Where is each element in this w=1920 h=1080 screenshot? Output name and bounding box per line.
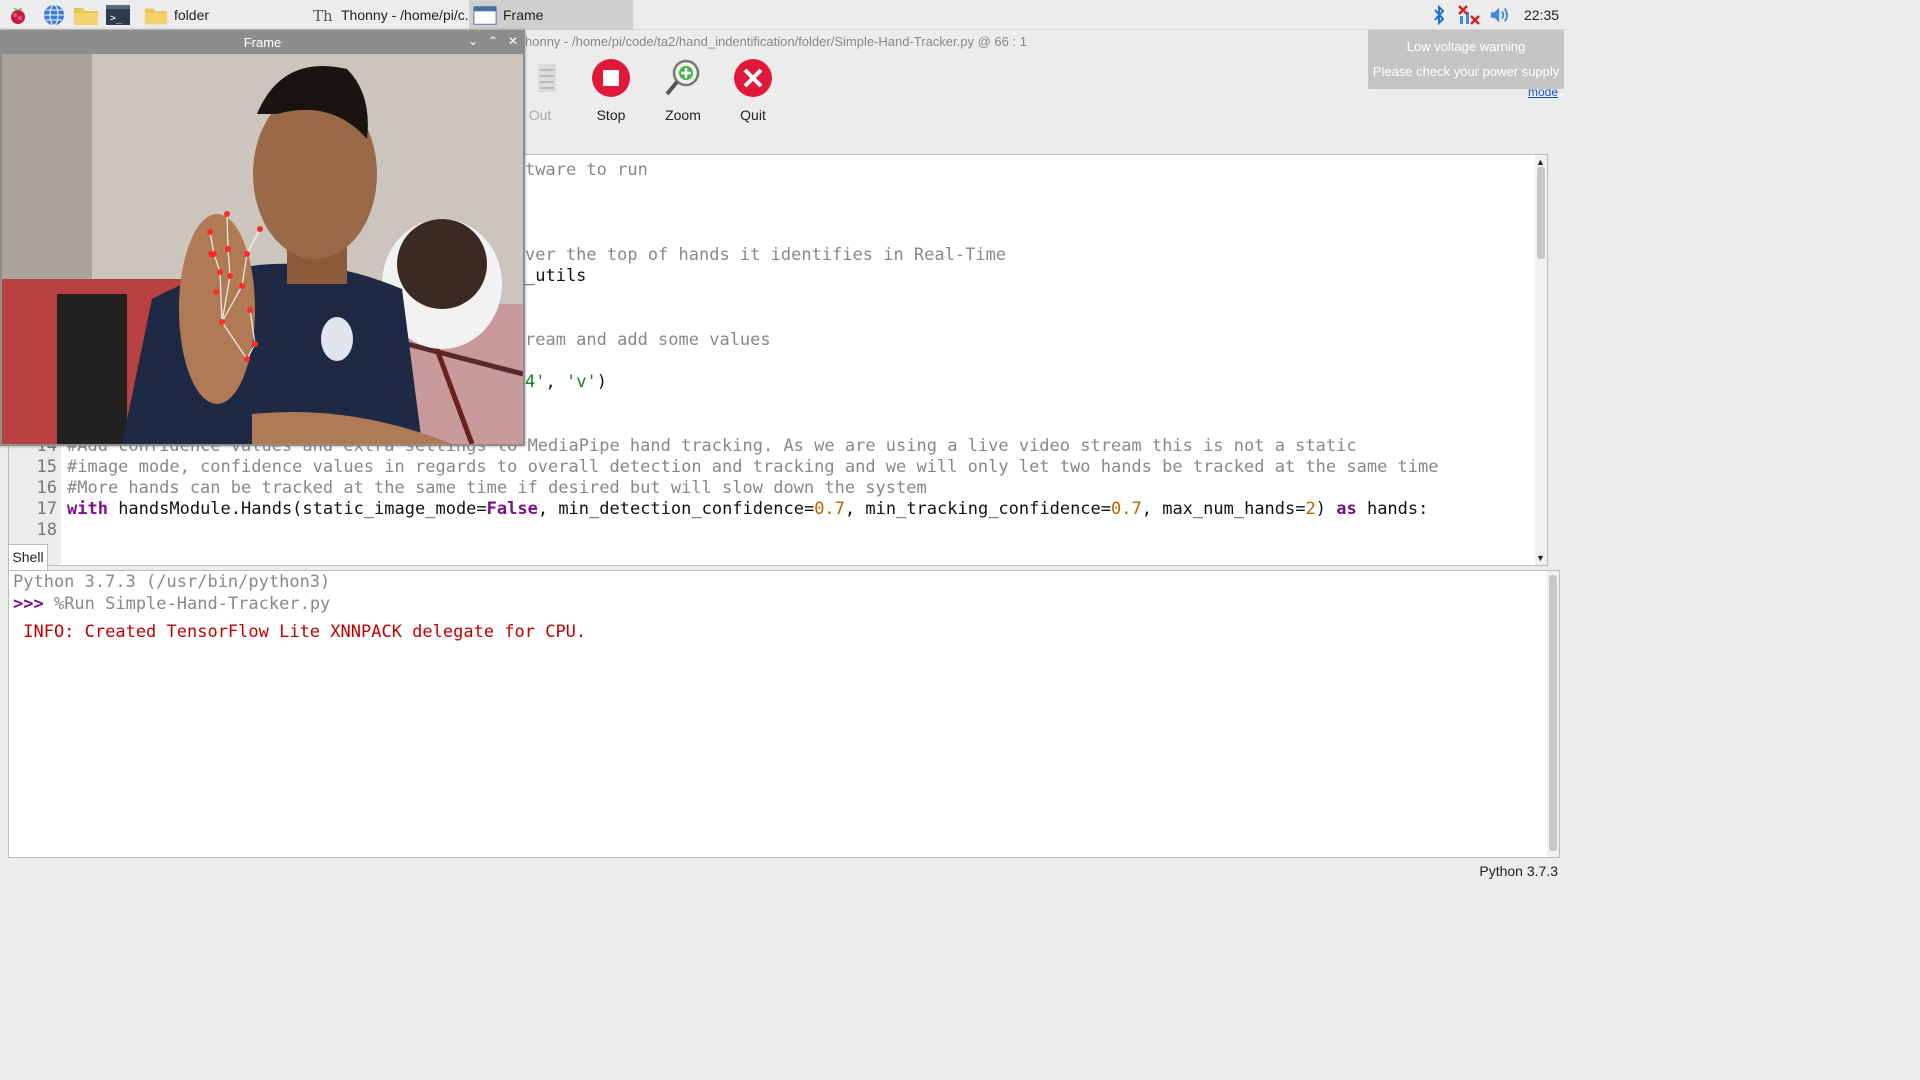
interpreter-status[interactable]: Python 3.7.3 bbox=[1479, 863, 1558, 879]
comment-text: #image mode, confidence values in regard… bbox=[67, 457, 1439, 477]
task-label: Frame bbox=[503, 7, 544, 23]
quit-button[interactable]: Quit bbox=[723, 58, 783, 123]
frame-title-bar[interactable]: Frame ⌄ ⌃ ✕ bbox=[0, 30, 525, 54]
frame-window[interactable]: Frame ⌄ ⌃ ✕ bbox=[0, 30, 525, 446]
code-fragment: ream and add some values bbox=[525, 330, 771, 351]
minimize-icon[interactable]: ⌄ bbox=[466, 34, 480, 48]
terminal-icon[interactable]: >_ bbox=[104, 2, 132, 28]
code-text: ) bbox=[1315, 499, 1337, 519]
keyword: False bbox=[486, 499, 538, 519]
string-text: 4' bbox=[525, 372, 546, 392]
code-text: , min_tracking_confidence= bbox=[844, 499, 1112, 519]
folder-icon bbox=[144, 8, 168, 25]
number-literal: 2 bbox=[1305, 499, 1316, 519]
volume-icon[interactable] bbox=[1489, 3, 1513, 27]
line-number: 15 bbox=[36, 457, 57, 477]
window-title: honny - /home/pi/code/ta2/hand_indentifi… bbox=[525, 34, 1027, 49]
keyword: as bbox=[1336, 499, 1357, 519]
code-text: , max_num_hands= bbox=[1141, 499, 1306, 519]
code-text: hands: bbox=[1356, 499, 1429, 519]
number-literal: 0.7 bbox=[814, 499, 845, 519]
quit-icon bbox=[734, 59, 772, 97]
shell-panel[interactable]: Python 3.7.3 (/usr/bin/python3) >>> %Run… bbox=[8, 570, 1560, 858]
bluetooth-icon[interactable] bbox=[1427, 3, 1451, 27]
stop-label: Stop bbox=[596, 107, 626, 123]
task-folder[interactable]: folder bbox=[140, 0, 305, 30]
clock[interactable]: 22:35 bbox=[1524, 7, 1559, 23]
code-text: , min_detection_confidence= bbox=[537, 499, 815, 519]
step-out-icon bbox=[538, 64, 556, 92]
code-text: ) bbox=[596, 372, 607, 392]
code-line-17: 17 with handsModule.Hands(static_image_mo… bbox=[9, 499, 1429, 520]
task-thonny[interactable]: Th Thonny - /home/pi/c... bbox=[307, 0, 469, 30]
stop-button[interactable]: Stop bbox=[581, 58, 641, 123]
comment-text: ream and add some values bbox=[525, 330, 771, 350]
string-text: 'v' bbox=[565, 372, 597, 392]
code-text: , bbox=[545, 372, 566, 392]
scroll-down-icon[interactable]: ▼ bbox=[1536, 553, 1545, 563]
task-label: Thonny - /home/pi/c... bbox=[341, 7, 469, 23]
svg-text:>_: >_ bbox=[110, 13, 123, 24]
shell-version-line: Python 3.7.3 (/usr/bin/python3) bbox=[13, 572, 331, 592]
taskbar: >_ folder Th Thonny - /home/pi/c... Fram… bbox=[0, 0, 1568, 30]
comment-text: #More hands can be tracked at the same t… bbox=[67, 478, 927, 498]
frame-title: Frame bbox=[243, 35, 282, 50]
svg-text:Th: Th bbox=[313, 7, 333, 25]
number-literal: 0.7 bbox=[1111, 499, 1142, 519]
tab-shell[interactable]: Shell bbox=[8, 544, 48, 570]
stop-icon bbox=[592, 59, 630, 97]
code-fragment: ver the top of hands it identifies in Re… bbox=[525, 245, 1006, 266]
keyword: with bbox=[67, 499, 108, 519]
zoom-icon bbox=[665, 59, 700, 96]
line-number: 16 bbox=[36, 478, 57, 498]
thonny-icon: Th bbox=[313, 7, 333, 25]
zoom-label: Zoom bbox=[665, 107, 701, 123]
code-fragment: 4', 'v') bbox=[525, 372, 607, 393]
low-voltage-notification[interactable]: Low voltage warning Please check your po… bbox=[1368, 30, 1564, 89]
code-text: handsModule.Hands(static_image_mode= bbox=[107, 499, 487, 519]
shell-output: INFO: Created TensorFlow Lite XNNPACK de… bbox=[13, 622, 587, 642]
notification-title: Low voltage warning bbox=[1406, 39, 1526, 54]
zoom-button[interactable]: Zoom bbox=[653, 58, 713, 123]
line-number: 17 bbox=[36, 499, 57, 519]
code-fragment: tware to run bbox=[525, 160, 648, 181]
close-icon[interactable]: ✕ bbox=[506, 34, 520, 48]
shell-command-line: >>> %Run Simple-Hand-Tracker.py bbox=[13, 594, 330, 614]
code-line-18: 18 bbox=[9, 520, 67, 541]
web-browser-icon[interactable] bbox=[40, 2, 68, 28]
scrollbar-thumb[interactable] bbox=[1537, 167, 1545, 259]
task-label: folder bbox=[174, 7, 210, 23]
task-frame[interactable]: Frame bbox=[469, 0, 633, 30]
shell-command: %Run Simple-Hand-Tracker.py bbox=[43, 594, 331, 614]
scroll-up-icon[interactable]: ▲ bbox=[1536, 157, 1545, 167]
comment-text: ver the top of hands it identifies in Re… bbox=[525, 245, 1007, 265]
file-manager-icon[interactable] bbox=[72, 2, 100, 28]
code-text: _utils bbox=[525, 266, 587, 286]
webcam-image bbox=[2, 54, 523, 444]
notification-message: Please check your power supply bbox=[1372, 64, 1560, 79]
status-bar: Python 3.7.3 bbox=[0, 860, 1568, 882]
code-line-15: 15 #image mode, confidence values in rega… bbox=[9, 457, 1439, 478]
webcam-frame bbox=[2, 54, 523, 444]
scrollbar-thumb[interactable] bbox=[1549, 575, 1557, 851]
shell-scrollbar[interactable] bbox=[1547, 571, 1559, 857]
window-icon bbox=[473, 6, 497, 25]
raspberry-menu-icon[interactable] bbox=[4, 2, 32, 28]
maximize-icon[interactable]: ⌃ bbox=[486, 34, 500, 48]
line-number: 18 bbox=[36, 520, 57, 540]
quit-label: Quit bbox=[740, 107, 766, 123]
editor-scrollbar[interactable]: ▲ ▼ bbox=[1535, 155, 1547, 565]
network-disconnected-icon[interactable] bbox=[1457, 3, 1481, 27]
code-fragment: _utils bbox=[525, 266, 586, 287]
comment-text: tware to run bbox=[525, 160, 648, 180]
code-line-16: 16 #More hands can be tracked at the same… bbox=[9, 478, 927, 499]
shell-prompt: >>> bbox=[13, 594, 44, 614]
